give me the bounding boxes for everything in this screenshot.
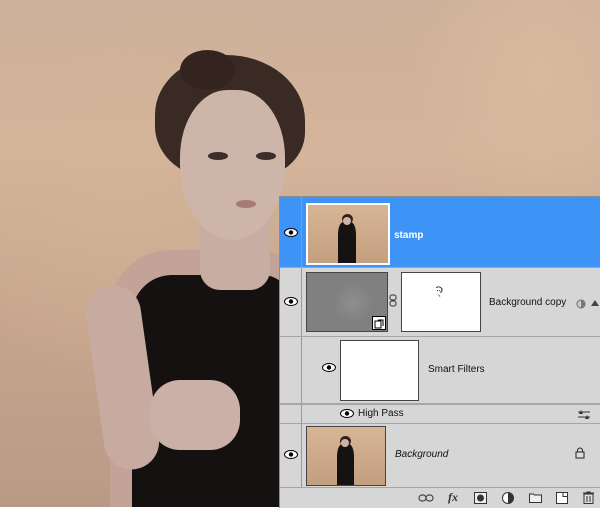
layer-row-background[interactable]: Background (280, 423, 600, 488)
photo-hand (150, 380, 240, 450)
filter-name-high-pass[interactable]: High Pass (358, 408, 404, 419)
layer-row-background-copy[interactable]: Background copy (280, 268, 600, 337)
smart-filters-mask-thumbnail[interactable] (340, 340, 419, 401)
eye-cell-spacer (280, 405, 302, 423)
smart-filter-icon (576, 296, 586, 309)
smart-filters-row[interactable]: Smart Filters (280, 337, 600, 404)
layers-panel-toolbar: fx (280, 488, 600, 508)
add-mask-icon[interactable] (473, 491, 487, 504)
smart-filter-mask-thumbnail[interactable] (401, 272, 481, 332)
delete-layer-icon[interactable] (581, 491, 595, 504)
eye-cell-spacer (280, 337, 302, 403)
visibility-toggle-background-copy[interactable] (280, 268, 302, 336)
new-group-icon[interactable] (528, 491, 542, 504)
layer-name-stamp[interactable]: stamp (394, 230, 423, 241)
layer-thumbnail-background[interactable] (306, 426, 386, 486)
thumbnail-image (307, 427, 385, 485)
layers-panel: stamp Background copy Smart Filters High… (279, 196, 600, 508)
filter-row-high-pass[interactable]: High Pass (280, 404, 600, 424)
eye-icon[interactable] (340, 409, 354, 418)
eye-icon[interactable] (322, 363, 336, 372)
scroll-up-arrow-icon[interactable] (591, 294, 599, 306)
photo-lips (236, 200, 256, 208)
layer-thumbnail-background-copy[interactable] (306, 272, 388, 332)
smart-filters-label[interactable]: Smart Filters (428, 364, 485, 375)
filter-blending-options-icon[interactable] (577, 408, 591, 420)
lock-icon (575, 446, 585, 459)
photo-face (180, 90, 285, 240)
eye-icon[interactable] (284, 228, 298, 237)
layer-row-stamp[interactable]: stamp (280, 197, 600, 268)
link-layers-icon[interactable] (418, 491, 434, 504)
smart-object-badge-icon (372, 316, 386, 330)
layer-name-background[interactable]: Background (395, 449, 448, 460)
visibility-toggle-stamp[interactable] (280, 197, 302, 267)
photo-eye-left (208, 152, 228, 160)
visibility-toggle-background[interactable] (280, 423, 302, 487)
layer-name-background-copy[interactable]: Background copy (489, 297, 566, 308)
mask-content (435, 286, 443, 298)
thumbnail-image (308, 205, 388, 263)
photo-eye-right (256, 152, 276, 160)
layer-thumbnail-stamp[interactable] (306, 203, 390, 265)
photo-hair-bun (180, 50, 235, 90)
eye-icon[interactable] (284, 297, 298, 306)
eye-icon[interactable] (284, 450, 298, 459)
fx-icon[interactable]: fx (446, 490, 460, 504)
new-layer-icon[interactable] (555, 491, 569, 504)
chain-link-icon[interactable] (389, 294, 397, 307)
adjustment-layer-icon[interactable] (501, 491, 515, 504)
